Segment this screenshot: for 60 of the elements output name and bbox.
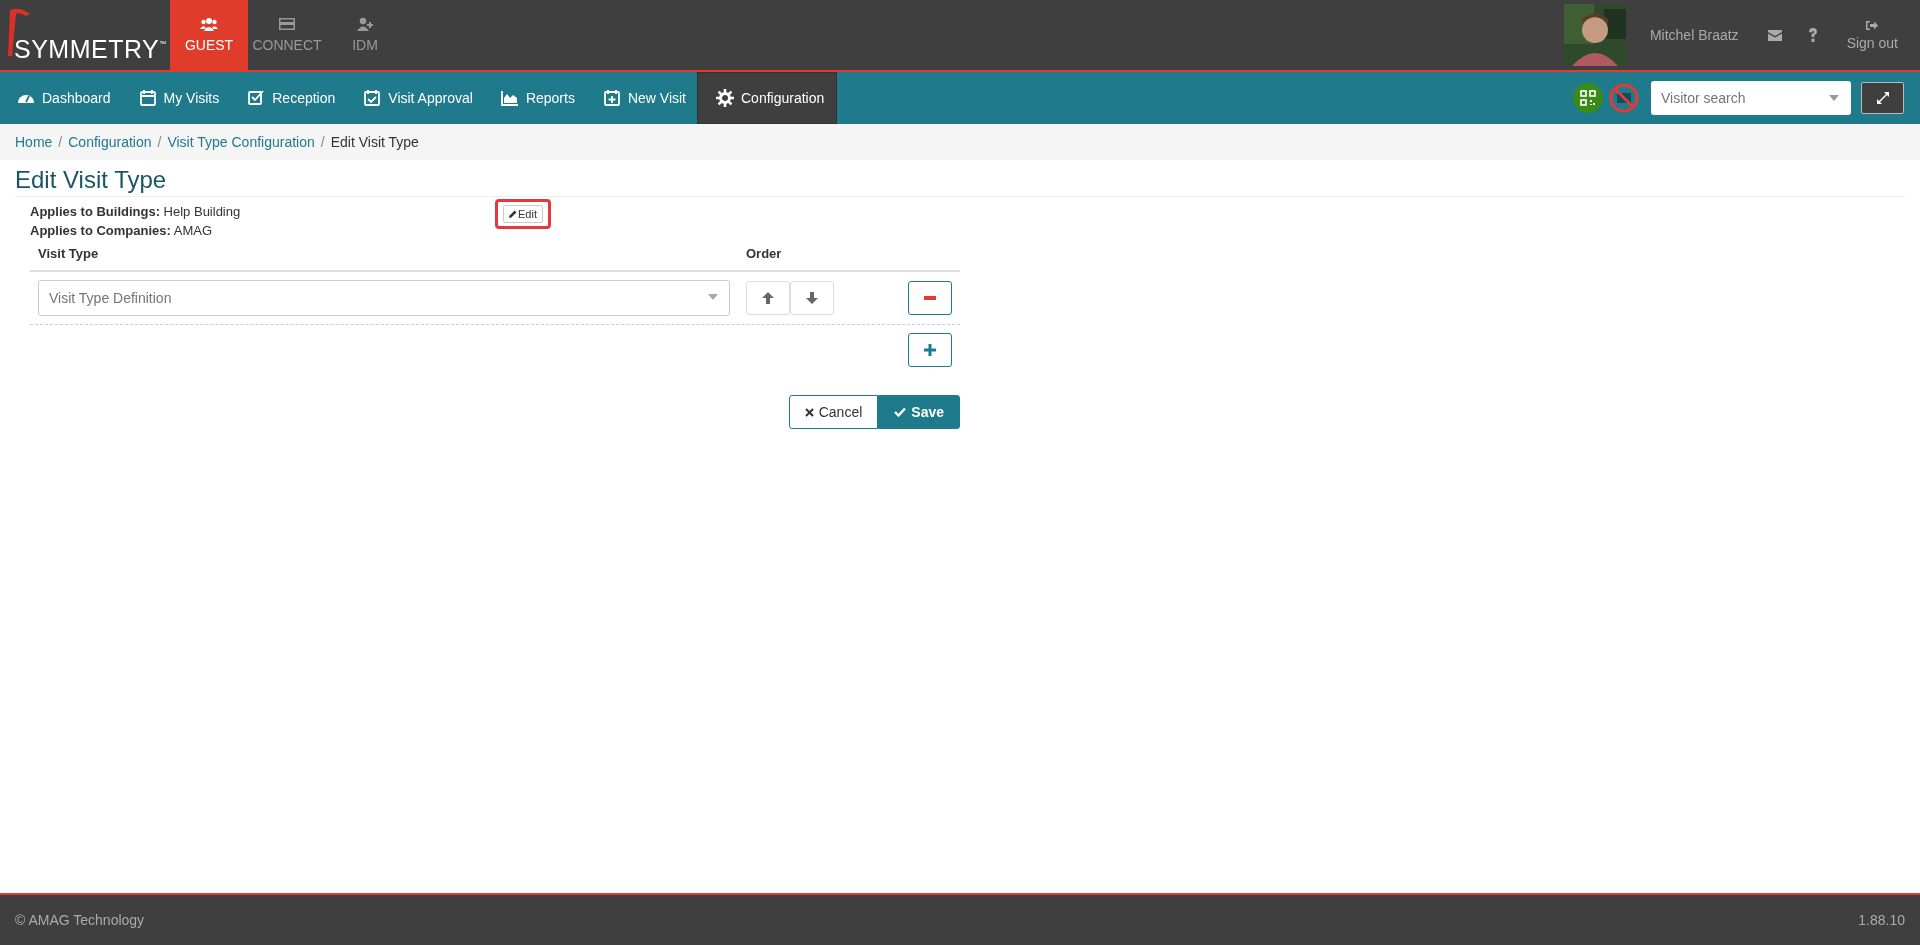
user-name[interactable]: Mitchel Braatz [1649, 27, 1739, 43]
mail-icon[interactable] [1767, 29, 1782, 41]
expand-button[interactable] [1861, 82, 1904, 114]
sign-out-icon [1866, 19, 1879, 31]
check-icon [894, 407, 907, 417]
copyright-text: © AMAG Technology [15, 912, 145, 928]
cancel-button[interactable]: Cancel [788, 395, 879, 429]
column-header: Order [746, 246, 782, 261]
save-button[interactable]: Save [878, 395, 960, 429]
breadcrumb-link[interactable]: Visit Type Configuration [167, 134, 315, 150]
symmetry-logo: SYMMETRY$^{™}$ [0, 0, 170, 70]
calendar-plus-icon [602, 89, 621, 107]
nav-tab[interactable]: Visit Approval [346, 72, 484, 124]
nav-tab[interactable]: Configuration [697, 72, 838, 124]
card-icon [278, 17, 296, 31]
nav-tab[interactable]: New Visit [585, 72, 697, 124]
minus-icon [924, 296, 936, 300]
users-icon [200, 17, 218, 31]
remove-button[interactable] [908, 281, 952, 315]
gear-icon [716, 89, 734, 107]
move-down-button[interactable] [790, 281, 834, 315]
close-icon [804, 407, 814, 417]
app-tab[interactable]: GUEST [170, 0, 248, 70]
expand-icon [1876, 92, 1889, 104]
app-tab[interactable]: CONNECT [248, 0, 326, 70]
breadcrumb-separator: / [157, 134, 162, 150]
pencil-icon [509, 210, 517, 218]
down-arrow-icon [806, 292, 818, 304]
column-header: Visit Type [38, 246, 100, 261]
help-icon[interactable] [1807, 28, 1818, 42]
applies-text: Applies to Companies: AMAG [30, 222, 214, 240]
breadcrumb-separator: / [58, 134, 63, 150]
visit-type-select[interactable]: Visit Type Definition [38, 280, 730, 316]
check-icon [247, 89, 266, 107]
calendar-icon [138, 89, 157, 107]
breadcrumb-link[interactable]: Configuration [68, 134, 152, 150]
app-tab[interactable]: IDM [326, 0, 404, 70]
visitor-search-field[interactable]: Visitor search [1651, 81, 1851, 115]
add-button[interactable] [908, 333, 952, 367]
current-page-label: Edit Visit Type [330, 134, 419, 150]
move-up-button[interactable] [746, 281, 790, 315]
nav-tab[interactable]: Reports [483, 72, 586, 124]
breadcrumb-link[interactable]: Home [15, 134, 53, 150]
caret-icon [1829, 95, 1839, 101]
sign-out-button[interactable]: Sign out [1830, 0, 1920, 70]
nav-tab[interactable]: My Visits [121, 72, 231, 124]
qr-code-icon[interactable] [1573, 83, 1603, 113]
chart-icon [500, 89, 519, 107]
nav-tab[interactable]: Reception [230, 72, 347, 124]
version-text: 1.88.10 [1858, 912, 1905, 928]
user-plus-icon [356, 17, 374, 31]
plus-icon [924, 344, 936, 356]
edit-button[interactable]: Edit [503, 205, 543, 223]
up-arrow-icon [762, 292, 774, 304]
breadcrumb-separator: / [320, 134, 325, 150]
calendar-check-icon [363, 89, 382, 107]
caret-icon [708, 294, 718, 300]
page-title: Edit Visit Type [15, 166, 1905, 197]
nav-tab[interactable]: Dashboard [0, 72, 122, 124]
applies-text: Applies to Buildings: Help Building [30, 203, 242, 221]
